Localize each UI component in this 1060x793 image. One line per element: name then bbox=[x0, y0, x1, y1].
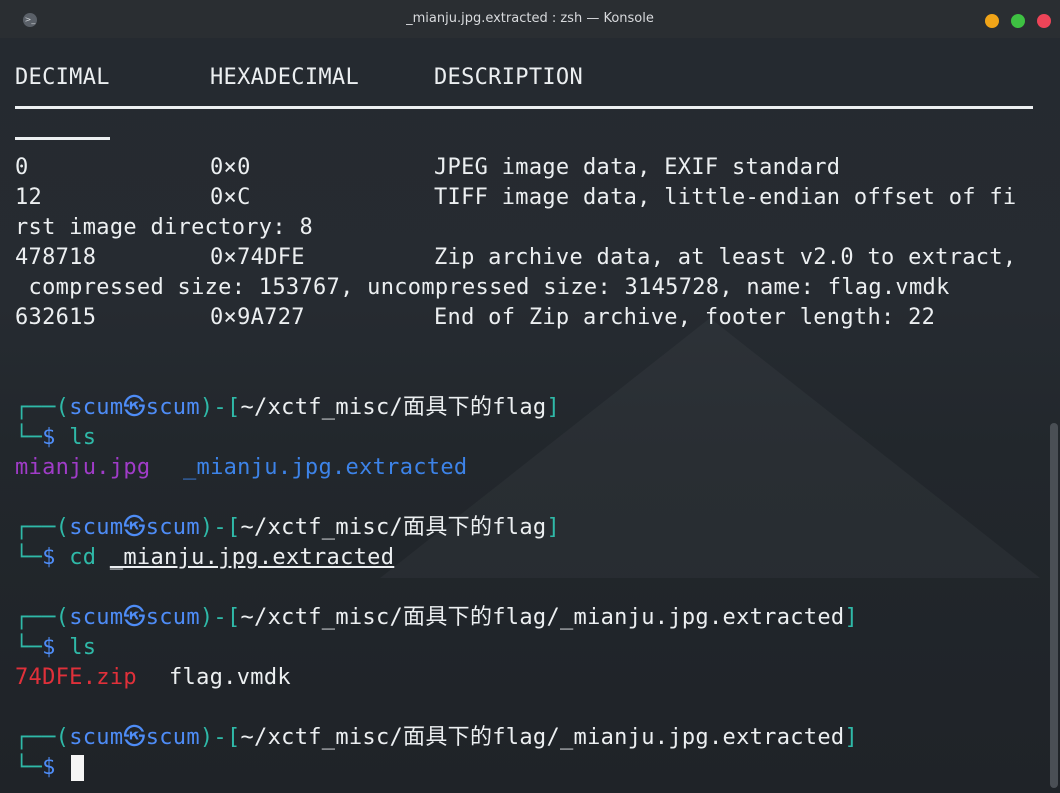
binwalk-row: 0 0×0 JPEG image data, EXIF standard bbox=[15, 153, 840, 183]
scrollbar-thumb[interactable] bbox=[1050, 423, 1058, 788]
prompt-line: ┌──(scum㉿scum)-[~/xctf_misc/面具下的flag/_mi… bbox=[15, 723, 858, 753]
header-hexadecimal: HEXADECIMAL bbox=[210, 65, 359, 90]
prompt-corner: └─ bbox=[15, 755, 43, 780]
prompt-dollar: $ bbox=[42, 545, 56, 570]
prompt-cwd: ~/xctf_misc/面具下的flag bbox=[240, 515, 547, 540]
row-description: TIFF image data, little-endian offset of… bbox=[434, 185, 1017, 210]
window-title: _mianju.jpg.extracted : zsh — Konsole bbox=[406, 11, 654, 26]
kali-at-icon: ㉿ bbox=[123, 725, 146, 750]
prompt-corner: └─ bbox=[15, 635, 43, 660]
row-description: Zip archive data, at least v2.0 to extra… bbox=[434, 245, 1017, 270]
row-description: End of Zip archive, footer length: 22 bbox=[434, 305, 936, 330]
prompt-dollar: $ bbox=[42, 755, 56, 780]
prompt-bracket: [ bbox=[226, 725, 241, 750]
prompt-bracket: ] bbox=[844, 605, 858, 630]
prompt-line: ┌──(scum㉿scum)-[~/xctf_misc/面具下的flag] bbox=[15, 513, 560, 543]
prompt-dash: - bbox=[213, 395, 227, 420]
row-hex: 0×C bbox=[210, 185, 251, 210]
terminal-area[interactable]: DECIMAL HEXADECIMAL DESCRIPTION 0 0×0 JPEG i… bbox=[0, 38, 1060, 793]
prompt-paren: ) bbox=[199, 395, 214, 420]
minimize-button[interactable] bbox=[985, 14, 999, 28]
prompt-corner: ┌── bbox=[15, 605, 56, 630]
window-titlebar: >_ _mianju.jpg.extracted : zsh — Konsole bbox=[0, 0, 1060, 38]
row-decimal: 12 bbox=[15, 185, 43, 210]
prompt-cwd: ~/xctf_misc/面具下的flag/_mianju.jpg.extract… bbox=[240, 605, 845, 630]
row-hex: 0×9A727 bbox=[210, 305, 305, 330]
prompt-paren: ( bbox=[55, 395, 70, 420]
command-line[interactable]: └─$ bbox=[15, 753, 85, 783]
prompt-host: scum bbox=[145, 515, 200, 540]
prompt-corner: ┌── bbox=[15, 725, 56, 750]
prompt-user: scum bbox=[69, 725, 124, 750]
maximize-button[interactable] bbox=[1011, 14, 1025, 28]
prompt-bracket: ] bbox=[844, 725, 858, 750]
prompt-paren: ( bbox=[55, 725, 70, 750]
prompt-dash: - bbox=[213, 605, 227, 630]
archive-entry: 74DFE.zip bbox=[15, 665, 137, 690]
scrollbar[interactable] bbox=[1048, 38, 1060, 793]
prompt-bracket: [ bbox=[226, 395, 241, 420]
file-entry: flag.vmdk bbox=[169, 665, 291, 690]
command: ls bbox=[69, 425, 97, 450]
prompt-dollar: $ bbox=[42, 635, 56, 660]
header-divider-wrap bbox=[15, 137, 110, 140]
prompt-corner: └─ bbox=[15, 545, 43, 570]
prompt-dollar: $ bbox=[42, 425, 56, 450]
prompt-cwd: ~/xctf_misc/面具下的flag bbox=[240, 395, 547, 420]
header-description: DESCRIPTION bbox=[434, 65, 583, 90]
header-divider bbox=[15, 106, 1033, 109]
prompt-paren: ) bbox=[199, 605, 214, 630]
prompt-host: scum bbox=[145, 605, 200, 630]
prompt-dash: - bbox=[213, 725, 227, 750]
prompt-bracket: [ bbox=[226, 515, 241, 540]
binwalk-header-row: DECIMAL HEXADECIMAL DESCRIPTION bbox=[15, 63, 583, 93]
command-line: └─$ ls bbox=[15, 423, 96, 453]
binwalk-row: 632615 0×9A727 End of Zip archive, footer … bbox=[15, 303, 935, 333]
directory-entry: _mianju.jpg.extracted bbox=[183, 455, 468, 480]
file-entry: mianju.jpg bbox=[15, 455, 151, 480]
prompt-dash: - bbox=[213, 515, 227, 540]
binwalk-row: 478718 0×74DFE Zip archive data, at least … bbox=[15, 243, 1016, 273]
ls-output: 74DFE.zip flag.vmdk bbox=[15, 663, 291, 693]
kali-at-icon: ㉿ bbox=[123, 395, 146, 420]
binwalk-row-continuation: compressed size: 153767, uncompressed si… bbox=[15, 275, 950, 300]
header-decimal: DECIMAL bbox=[15, 65, 110, 90]
command-argument: _mianju.jpg.extracted bbox=[109, 545, 395, 570]
prompt-cwd: ~/xctf_misc/面具下的flag/_mianju.jpg.extract… bbox=[240, 725, 845, 750]
row-decimal: 478718 bbox=[15, 245, 97, 270]
kali-at-icon: ㉿ bbox=[123, 515, 146, 540]
prompt-user: scum bbox=[69, 605, 124, 630]
prompt-line: ┌──(scum㉿scum)-[~/xctf_misc/面具下的flag/_mi… bbox=[15, 603, 858, 633]
command: ls bbox=[69, 635, 97, 660]
prompt-bracket: [ bbox=[226, 605, 241, 630]
prompt-paren: ) bbox=[199, 725, 214, 750]
prompt-line: ┌──(scum㉿scum)-[~/xctf_misc/面具下的flag] bbox=[15, 393, 560, 423]
prompt-corner: └─ bbox=[15, 425, 43, 450]
kali-at-icon: ㉿ bbox=[123, 605, 146, 630]
command-line: └─$ cd _mianju.jpg.extracted bbox=[15, 543, 394, 573]
command-line: └─$ ls bbox=[15, 633, 96, 663]
prompt-user: scum bbox=[69, 515, 124, 540]
binwalk-row-continuation: rst image directory: 8 bbox=[15, 215, 313, 240]
binwalk-row: 12 0×C TIFF image data, little-endian offs… bbox=[15, 183, 1016, 213]
row-description: JPEG image data, EXIF standard bbox=[434, 155, 841, 180]
row-hex: 0×0 bbox=[210, 155, 251, 180]
prompt-corner: ┌── bbox=[15, 395, 56, 420]
prompt-bracket: ] bbox=[546, 395, 560, 420]
prompt-corner: ┌── bbox=[15, 515, 56, 540]
prompt-user: scum bbox=[69, 395, 124, 420]
command: cd bbox=[69, 545, 97, 570]
prompt-host: scum bbox=[145, 395, 200, 420]
row-hex: 0×74DFE bbox=[210, 245, 305, 270]
row-decimal: 0 bbox=[15, 155, 29, 180]
row-decimal: 632615 bbox=[15, 305, 97, 330]
prompt-paren: ( bbox=[55, 605, 70, 630]
close-button[interactable] bbox=[1037, 14, 1051, 28]
prompt-paren: ( bbox=[55, 515, 70, 540]
prompt-paren: ) bbox=[199, 515, 214, 540]
prompt-bracket: ] bbox=[546, 515, 560, 540]
ls-output: mianju.jpg _mianju.jpg.extracted bbox=[15, 453, 467, 483]
prompt-host: scum bbox=[145, 725, 200, 750]
text-cursor[interactable] bbox=[71, 755, 85, 781]
